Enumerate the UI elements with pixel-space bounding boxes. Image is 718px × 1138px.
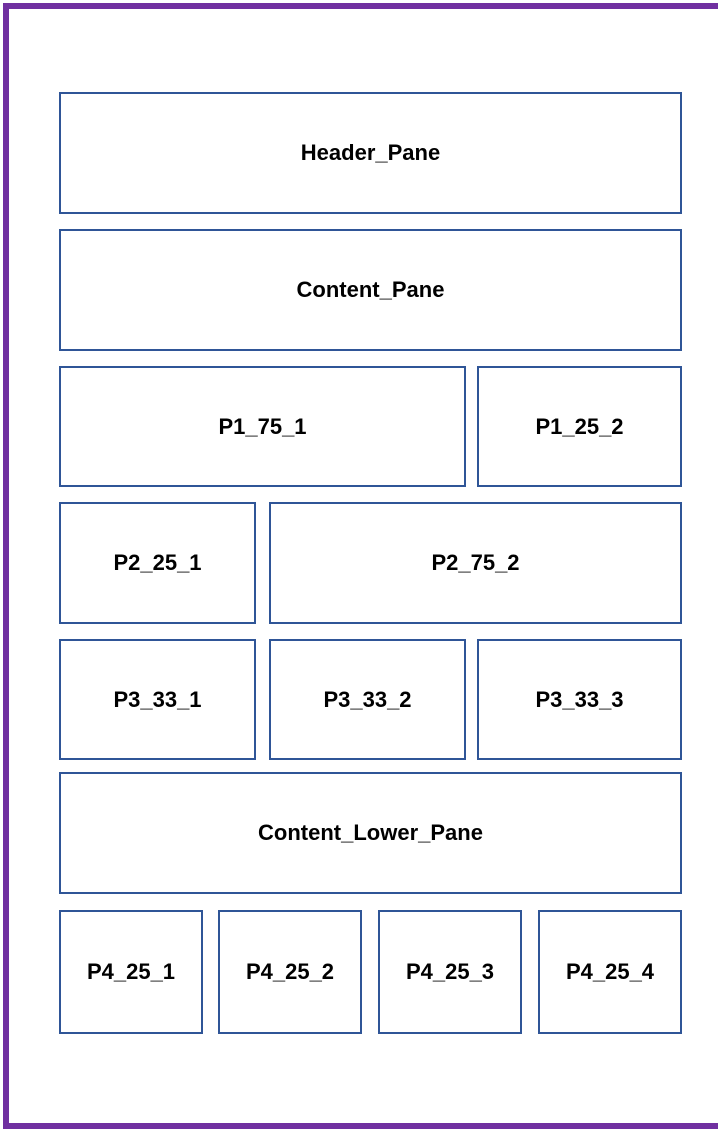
pane-p3-33-2-label: P3_33_2 <box>323 686 412 712</box>
pane-p4-25-4: P4_25_4 <box>538 910 682 1034</box>
header-pane: Header_Pane <box>59 92 682 214</box>
pane-p4-25-1-label: P4_25_1 <box>86 959 176 984</box>
pane-p3-33-1-label: P3_33_1 <box>113 686 202 712</box>
content-pane: Content_Pane <box>59 229 682 351</box>
pane-p4-25-3: P4_25_3 <box>378 910 522 1034</box>
pane-p4-25-4-label: P4_25_4 <box>565 959 655 984</box>
content-lower-pane-label: Content_Lower_Pane <box>258 820 483 845</box>
pane-p4-25-3-label: P4_25_3 <box>405 959 495 984</box>
pane-p2-75-2-label: P2_75_2 <box>431 550 520 575</box>
pane-p3-33-1: P3_33_1 <box>59 639 256 760</box>
content-pane-label: Content_Pane <box>296 277 445 302</box>
pane-p3-33-2: P3_33_2 <box>269 639 466 760</box>
pane-p4-25-1: P4_25_1 <box>59 910 203 1034</box>
pane-p2-25-1: P2_25_1 <box>59 502 256 624</box>
pane-p4-25-2-label: P4_25_2 <box>245 959 335 984</box>
pane-p3-33-3-label: P3_33_3 <box>535 686 624 712</box>
pane-p2-75-2: P2_75_2 <box>269 502 682 624</box>
header-pane-label: Header_Pane <box>300 140 441 165</box>
pane-p3-33-3: P3_33_3 <box>477 639 682 760</box>
pane-p4-25-2: P4_25_2 <box>218 910 362 1034</box>
pane-p1-75-1-label: P1_75_1 <box>218 413 307 439</box>
pane-p1-25-2-label: P1_25_2 <box>535 413 624 439</box>
pane-p1-25-2: P1_25_2 <box>477 366 682 487</box>
pane-p1-75-1: P1_75_1 <box>59 366 466 487</box>
content-lower-pane: Content_Lower_Pane <box>59 772 682 894</box>
pane-p2-25-1-label: P2_25_1 <box>113 550 202 575</box>
